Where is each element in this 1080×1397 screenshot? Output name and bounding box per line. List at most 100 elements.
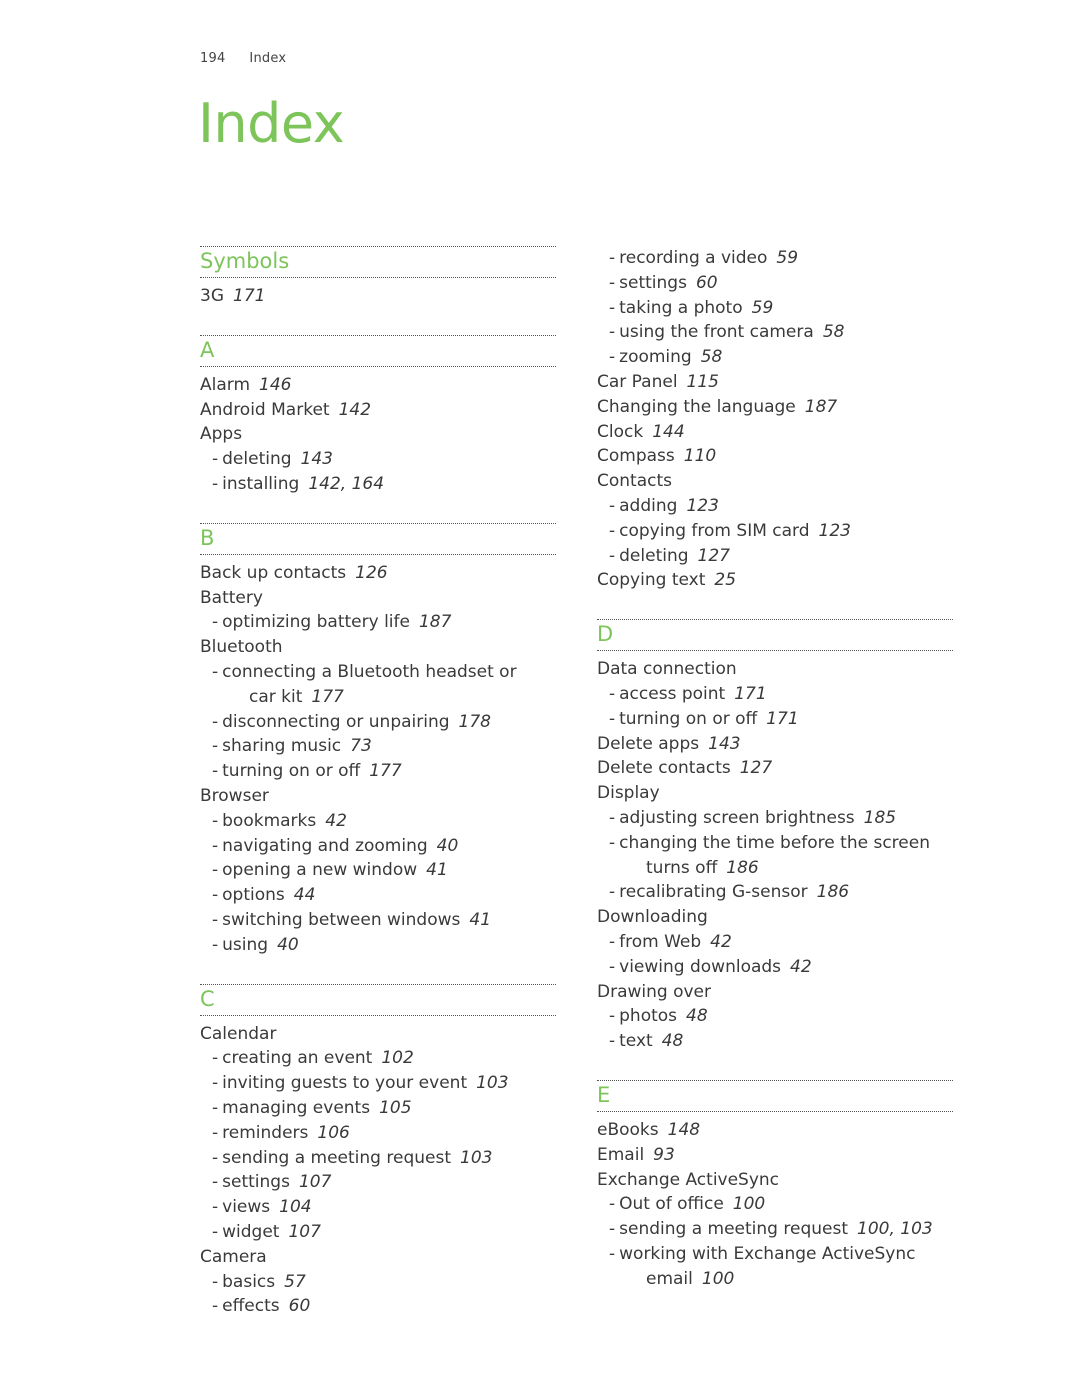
index-subentry: - bookmarks 42 xyxy=(200,809,556,834)
page-reference[interactable]: 25 xyxy=(714,570,736,590)
page-reference[interactable]: 40 xyxy=(437,836,459,856)
page-reference[interactable]: 146 xyxy=(259,375,291,395)
page-reference[interactable]: 177 xyxy=(311,687,343,707)
page-reference[interactable]: 177 xyxy=(369,761,401,781)
page-reference[interactable]: 185 xyxy=(864,808,896,828)
page-reference[interactable]: 186 xyxy=(726,858,758,878)
page-reference[interactable]: 41 xyxy=(426,860,448,880)
index-entry: Apps xyxy=(200,422,556,447)
subentry-dash: - xyxy=(609,347,616,368)
page-reference[interactable]: 148 xyxy=(668,1120,700,1140)
entry-term: Apps xyxy=(200,424,243,445)
entry-term: switching between windows xyxy=(222,909,461,930)
entry-term: email xyxy=(646,1268,693,1289)
page-reference[interactable]: 126 xyxy=(355,563,387,583)
subentry-dash: - xyxy=(212,449,219,470)
entry-term: text xyxy=(619,1031,653,1052)
entry-term: Compass xyxy=(597,446,675,467)
page-reference[interactable]: 123 xyxy=(819,521,851,541)
page-reference[interactable]: 142 xyxy=(339,400,371,420)
index-subentry: - Out of office 100 xyxy=(597,1192,953,1217)
page-reference[interactable]: 102 xyxy=(381,1048,413,1068)
index-subentry: - sharing music 73 xyxy=(200,734,556,759)
page-reference[interactable]: 58 xyxy=(701,347,723,367)
index-subentry: - turning on or off 177 xyxy=(200,759,556,784)
page-reference[interactable]: 57 xyxy=(284,1272,306,1292)
index-subentry: - settings 107 xyxy=(200,1170,556,1195)
page-reference[interactable]: 100 xyxy=(702,1269,734,1289)
index-entry: Clock 144 xyxy=(597,420,953,445)
page-reference[interactable]: 73 xyxy=(350,736,372,756)
index-subentry: - viewing downloads 42 xyxy=(597,955,953,980)
subentry-dash: - xyxy=(212,860,219,881)
page-reference[interactable]: 48 xyxy=(686,1006,708,1026)
page-reference[interactable]: 110 xyxy=(684,446,716,466)
subentry-dash: - xyxy=(609,248,616,268)
entry-term: inviting guests to your event xyxy=(222,1073,468,1094)
index-subentry: - working with Exchange ActiveSync xyxy=(597,1242,953,1267)
page-reference[interactable]: 107 xyxy=(288,1222,320,1242)
index-entry: Browser xyxy=(200,784,556,809)
page-reference[interactable]: 60 xyxy=(696,273,718,293)
page-reference[interactable]: 186 xyxy=(817,882,849,902)
page-reference[interactable]: 103 xyxy=(476,1073,508,1093)
index-subentry: - access point 171 xyxy=(597,682,953,707)
index-subentry: - connecting a Bluetooth headset or xyxy=(200,660,556,685)
index-subentry: - optimizing battery life 187 xyxy=(200,610,556,635)
subentry-dash: - xyxy=(212,810,219,831)
page-reference[interactable]: 123 xyxy=(686,496,718,516)
page-reference[interactable]: 106 xyxy=(317,1123,349,1143)
page-reference[interactable]: 187 xyxy=(805,397,837,417)
page-reference[interactable]: 60 xyxy=(289,1296,311,1316)
page-reference[interactable]: 143 xyxy=(301,449,333,469)
page-reference[interactable]: 41 xyxy=(469,910,491,930)
entry-term: from Web xyxy=(619,931,702,952)
page-reference[interactable]: 42 xyxy=(710,932,732,952)
page-reference[interactable]: 171 xyxy=(734,684,766,704)
page-reference[interactable]: 178 xyxy=(459,712,491,732)
entry-term: turning on or off xyxy=(619,708,758,729)
page-reference[interactable]: 115 xyxy=(687,372,719,392)
section-letter: D xyxy=(597,622,614,647)
entry-term: adding xyxy=(619,495,678,516)
subentry-dash: - xyxy=(212,612,219,633)
subentry-dash: - xyxy=(212,1271,219,1292)
subentry-dash: - xyxy=(212,661,219,682)
page-reference[interactable]: 42 xyxy=(325,811,347,831)
page-reference[interactable]: 40 xyxy=(277,935,299,955)
page-reference[interactable]: 58 xyxy=(823,322,845,342)
page-reference[interactable]: 142, 164 xyxy=(308,474,384,494)
index-entry: Delete contacts 127 xyxy=(597,756,953,781)
page-reference[interactable]: 187 xyxy=(419,612,451,632)
index-entry: Battery xyxy=(200,586,556,611)
subentry-dash: - xyxy=(609,832,616,853)
page-reference[interactable]: 93 xyxy=(653,1145,675,1165)
page-reference[interactable]: 59 xyxy=(752,298,774,318)
subentry-dash: - xyxy=(609,683,616,704)
page-reference[interactable]: 44 xyxy=(294,885,316,905)
page-reference[interactable]: 143 xyxy=(708,734,740,754)
index-subentry: - recalibrating G-sensor 186 xyxy=(597,880,953,905)
entry-term: navigating and zooming xyxy=(222,835,428,856)
page-reference[interactable]: 105 xyxy=(379,1098,411,1118)
subentry-dash: - xyxy=(609,1006,616,1027)
page-reference[interactable]: 42 xyxy=(790,957,812,977)
section-letter: E xyxy=(597,1082,611,1107)
page-reference[interactable]: 144 xyxy=(652,422,684,442)
page-reference[interactable]: 171 xyxy=(766,709,798,729)
page-reference[interactable]: 103 xyxy=(460,1148,492,1168)
page-reference[interactable]: 171 xyxy=(233,286,265,306)
page-reference[interactable]: 100, 103 xyxy=(857,1219,933,1239)
index-subentry: - opening a new window 41 xyxy=(200,858,556,883)
page-reference[interactable]: 59 xyxy=(776,248,798,268)
page-reference[interactable]: 104 xyxy=(279,1197,311,1217)
section-heading: A xyxy=(200,334,556,367)
page-title: Index xyxy=(198,92,345,155)
page-reference[interactable]: 107 xyxy=(299,1172,331,1192)
subentry-dash: - xyxy=(212,1296,219,1317)
page-reference[interactable]: 127 xyxy=(740,758,772,778)
page-reference[interactable]: 100 xyxy=(733,1194,765,1214)
entry-term: copying from SIM card xyxy=(619,520,810,541)
page-reference[interactable]: 127 xyxy=(698,546,730,566)
page-reference[interactable]: 48 xyxy=(662,1031,684,1051)
